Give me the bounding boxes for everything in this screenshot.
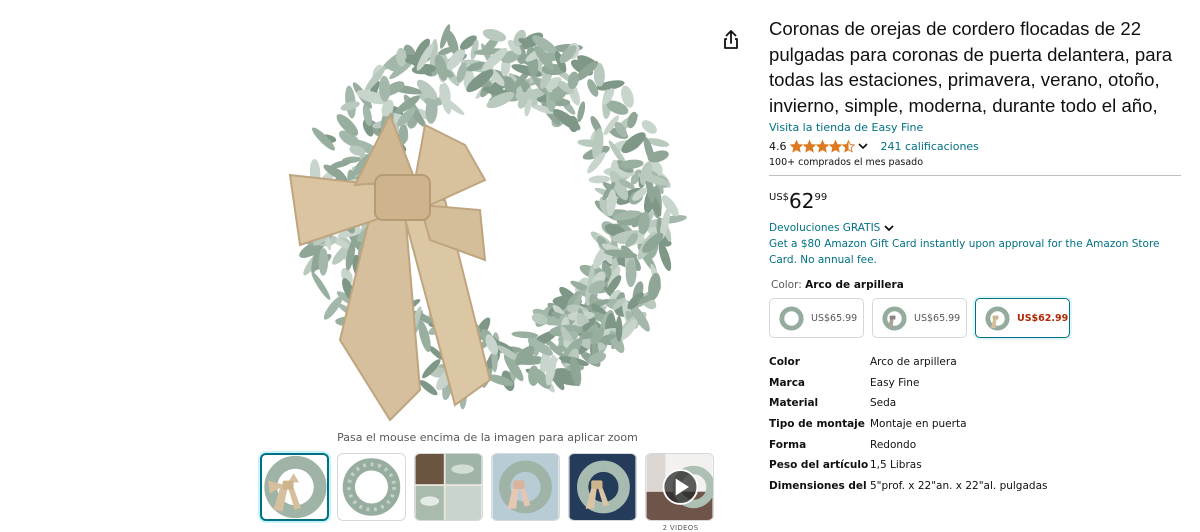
- color-label: Color: Arco de arpillera: [769, 279, 1182, 291]
- play-icon: [662, 469, 699, 505]
- share-icon[interactable]: [720, 28, 742, 52]
- star-icon: [789, 139, 803, 153]
- main-product-image[interactable]: [280, 10, 700, 425]
- color-label-text: Color:: [771, 279, 802, 291]
- thumbnail-leaf-closeup[interactable]: [414, 453, 483, 521]
- spec-key: Tipo de montaje: [769, 418, 865, 431]
- free-returns-row[interactable]: Devoluciones GRATIS: [769, 222, 1182, 234]
- price-whole: 62: [789, 189, 815, 213]
- price-fraction: 99: [814, 192, 828, 203]
- gift-card-promo-link[interactable]: Get a $80 Amazon Gift Card instantly upo…: [769, 236, 1174, 268]
- swatch-price: US$65.99: [914, 312, 961, 324]
- spec-key: Marca: [769, 376, 806, 389]
- spec-row: Dimensiones del 5"prof. x 22"an. x 22"al.…: [769, 476, 1047, 497]
- spec-value: Arco de arpillera: [870, 356, 957, 369]
- swatch-wreath-thumbnail: [985, 305, 1010, 331]
- thumbnail-wreath-with-bow[interactable]: [260, 453, 329, 521]
- price-symbol: US$: [769, 192, 790, 203]
- spec-key: Material: [769, 397, 819, 410]
- ratings-count-link[interactable]: 241 calificaciones: [881, 140, 979, 153]
- spec-row: Marca Easy Fine: [769, 373, 1047, 394]
- spec-value: 5"prof. x 22"an. x 22"al. pulgadas: [870, 479, 1048, 492]
- star-rating[interactable]: [789, 139, 855, 153]
- product-title: Coronas de orejas de cordero flocadas de…: [769, 18, 1173, 116]
- spec-row: Forma Redondo: [769, 434, 1047, 455]
- star-icon: [815, 139, 829, 153]
- spec-value: Easy Fine: [870, 376, 920, 389]
- bought-last-month-text: 100+ comprados el mes pasado: [769, 157, 924, 168]
- star-icon: [841, 139, 855, 153]
- color-swatch-option-1[interactable]: US$65.99: [769, 298, 864, 338]
- spec-row: Material Seda: [769, 393, 1047, 414]
- section-divider: [769, 175, 1181, 176]
- chevron-down-icon[interactable]: [857, 140, 869, 152]
- thumbnail-strip: [260, 453, 714, 525]
- free-returns-label[interactable]: Devoluciones GRATIS: [769, 222, 880, 234]
- thumbnail-wreath-lifestyle-blue[interactable]: [491, 453, 560, 521]
- selected-color-value: Arco de arpillera: [805, 279, 904, 291]
- spec-key: Forma: [769, 438, 807, 451]
- color-swatches: US$65.99 US$65.99 US$62.99: [769, 298, 1182, 338]
- rating-row: 4.6 241 calificaciones: [769, 138, 1182, 154]
- spec-row: Tipo de montaje Montaje en puerta: [769, 414, 1047, 435]
- color-swatch-option-3[interactable]: US$62.99: [975, 298, 1070, 338]
- price: US$ 62 99: [769, 190, 1182, 214]
- thumbnail-video[interactable]: [645, 453, 714, 521]
- star-icon: [802, 139, 816, 153]
- spec-value: Montaje en puerta: [870, 418, 967, 431]
- spec-row: Color Arco de arpillera: [769, 352, 1047, 373]
- swatch-wreath-thumbnail: [779, 305, 804, 331]
- spec-value: 1,5 Libras: [870, 459, 922, 472]
- spec-key: Peso del artículo: [769, 459, 869, 472]
- star-icon: [828, 139, 842, 153]
- chevron-down-icon[interactable]: [883, 222, 895, 234]
- spec-key: Dimensiones del: [769, 479, 867, 492]
- product-info: Coronas de orejas de cordero flocadas de…: [769, 16, 1182, 496]
- swatch-price: US$65.99: [811, 312, 858, 324]
- store-link[interactable]: Visita la tienda de Easy Fine: [769, 121, 1182, 134]
- color-swatch-option-2[interactable]: US$65.99: [872, 298, 967, 338]
- product-specs-table: Color Arco de arpillera Marca Easy Fine Ma…: [769, 352, 1047, 496]
- spec-value: Seda: [870, 397, 897, 410]
- video-count-label: 2 VIDEOS: [662, 524, 699, 532]
- zoom-hint-text: Pasa el mouse encima de la imagen para a…: [337, 431, 638, 444]
- swatch-price: US$62.99: [1017, 312, 1069, 324]
- spec-row: Peso del artículo 1,5 Libras: [769, 455, 1047, 476]
- spec-key: Color: [769, 356, 800, 369]
- spec-value: Redondo: [870, 438, 917, 451]
- thumbnail-wreath-on-navy-door[interactable]: [568, 453, 637, 521]
- swatch-wreath-thumbnail: [882, 305, 907, 331]
- rating-value: 4.6: [769, 139, 787, 153]
- thumbnail-wreath-plain[interactable]: [337, 453, 406, 521]
